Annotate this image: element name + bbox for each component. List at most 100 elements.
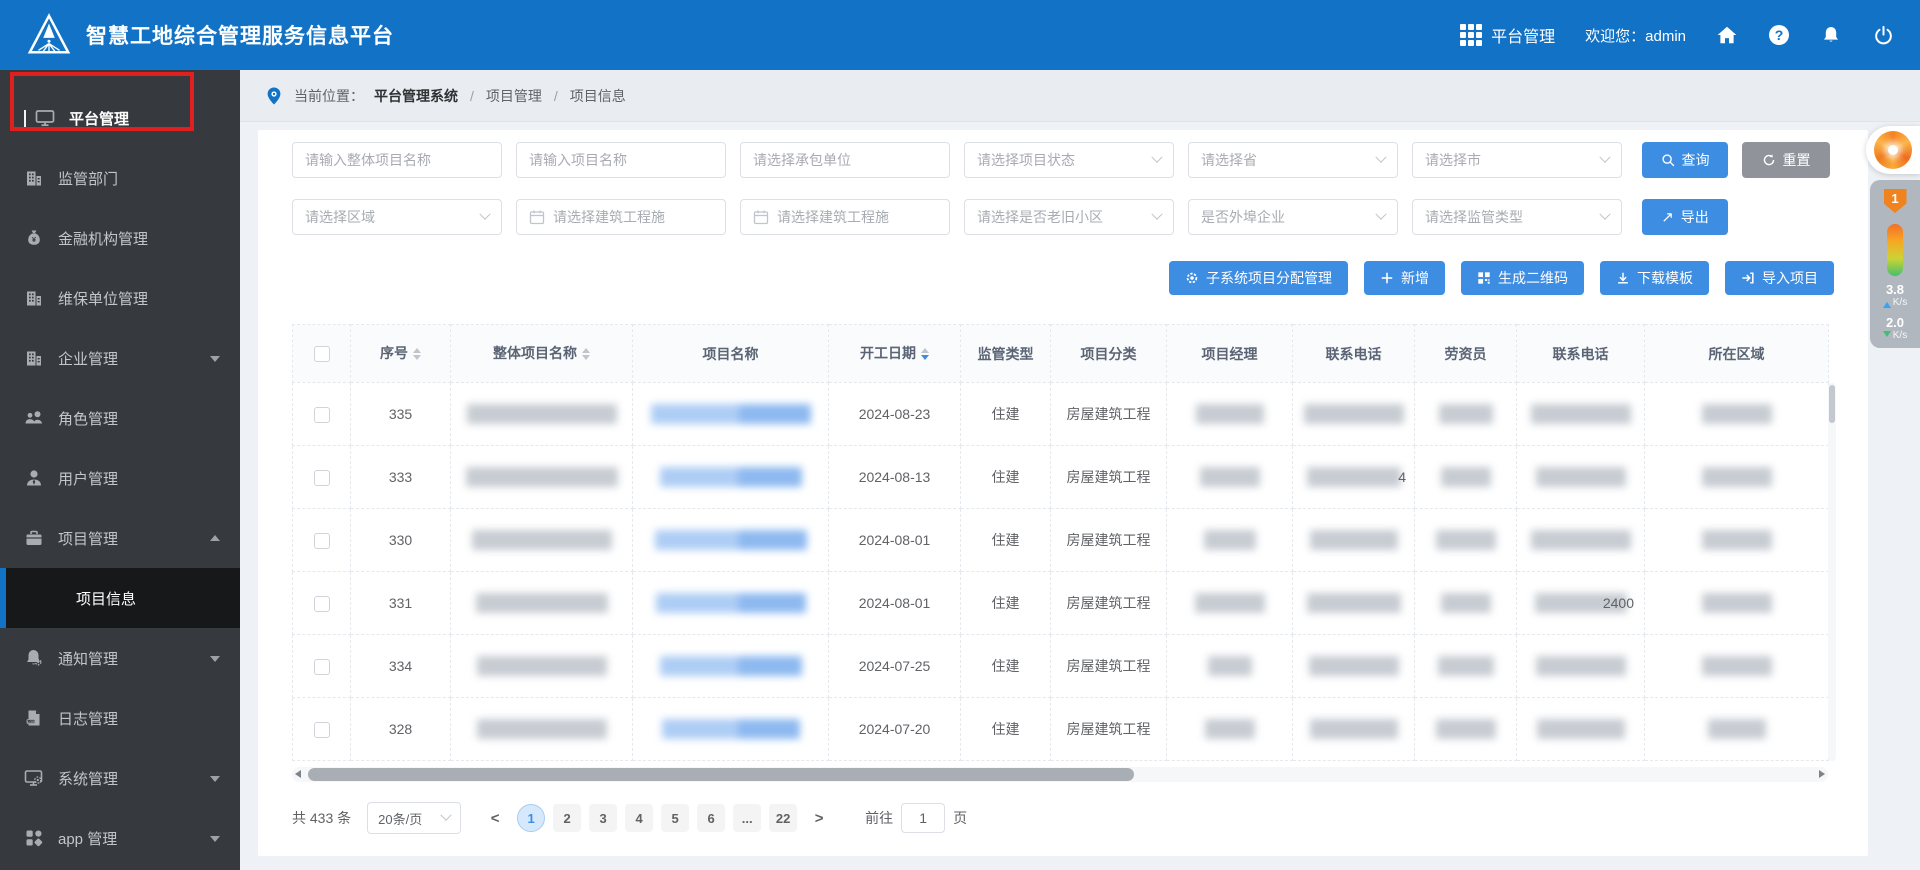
breadcrumb-item-project-mgmt[interactable]: 项目管理 — [486, 86, 542, 106]
page-button-4[interactable]: 4 — [625, 804, 653, 832]
page-button-5[interactable]: 5 — [661, 804, 689, 832]
blurred-text — [1702, 530, 1772, 550]
sidebar-item-app[interactable]: app 管理 — [0, 808, 240, 868]
export-button[interactable]: ↗ 导出 — [1642, 199, 1728, 235]
column-header[interactable]: 整体项目名称 — [451, 325, 633, 383]
redacted-cell — [451, 635, 633, 698]
sidebar-item-user[interactable]: 用户管理 — [0, 448, 240, 508]
filter-province[interactable]: 请选择省 — [1188, 142, 1398, 178]
column-header[interactable]: 开工日期 — [829, 325, 961, 383]
filter-overall-project-name[interactable]: 请输入整体项目名称 — [292, 142, 502, 178]
filter-project-status[interactable]: 请选择项目状态 — [964, 142, 1174, 178]
grid-menu-icon — [1460, 24, 1482, 46]
horizontal-scrollbar[interactable] — [292, 767, 1828, 782]
help-icon[interactable]: ? — [1768, 24, 1790, 46]
sidebar-item-regulator[interactable]: 监管部门 — [0, 148, 240, 208]
row-checkbox[interactable] — [314, 407, 330, 423]
column-header[interactable]: 序号 — [351, 325, 451, 383]
sort-icons[interactable] — [582, 344, 590, 364]
power-icon[interactable] — [1872, 24, 1894, 46]
template-button[interactable]: 下载模板 — [1600, 261, 1709, 295]
project-name-link-cell[interactable] — [633, 509, 829, 572]
assign-button[interactable]: 子系统项目分配管理 — [1169, 261, 1348, 295]
project-name-link-cell[interactable] — [633, 446, 829, 509]
row-checkbox[interactable] — [314, 596, 330, 612]
qrcode-button[interactable]: 生成二维码 — [1461, 261, 1584, 295]
sort-icons[interactable] — [921, 344, 929, 364]
sidebar-item-label: 平台管理 — [69, 108, 129, 129]
search-button[interactable]: 查询 — [1642, 142, 1728, 178]
filter-old-community[interactable]: 请选择是否老旧小区 — [964, 199, 1174, 235]
browser-extension-launcher[interactable] — [1866, 126, 1920, 174]
page-button-22[interactable]: 22 — [769, 804, 797, 832]
breadcrumb-item-project-info[interactable]: 项目信息 — [570, 86, 626, 106]
row-checkbox[interactable] — [314, 722, 330, 738]
sort-down-icon — [413, 355, 421, 364]
horizontal-scroll-thumb[interactable] — [308, 768, 1134, 781]
sidebar-item-platform[interactable]: 平台管理 — [0, 88, 240, 148]
seq-cell: 328 — [351, 698, 451, 761]
sidebar-subitem-project-info[interactable]: 项目信息 — [0, 568, 240, 628]
sidebar-item-label: 维保单位管理 — [58, 288, 148, 309]
supervision-type-cell: 住建 — [961, 635, 1051, 698]
vertical-scrollbar[interactable] — [1828, 383, 1836, 761]
page-button-6[interactable]: 6 — [697, 804, 725, 832]
project-name-link-cell[interactable] — [633, 698, 829, 761]
add-button[interactable]: 新增 — [1364, 261, 1445, 295]
redacted-cell — [1645, 383, 1829, 446]
filter-city[interactable]: 请选择市 — [1412, 142, 1622, 178]
page-size-select[interactable]: 20条/页 — [367, 802, 461, 834]
filter-external-enterprise[interactable]: 是否外埠企业 — [1188, 199, 1398, 235]
import-button[interactable]: 导入项目 — [1725, 261, 1834, 295]
sidebar-item-notice[interactable]: 通知管理 — [0, 628, 240, 688]
filter-supervision-type[interactable]: 请选择监管类型 — [1412, 199, 1622, 235]
reset-button[interactable]: 重置 — [1742, 142, 1830, 178]
goto-page-input[interactable] — [901, 803, 945, 833]
page-button-2[interactable]: 2 — [553, 804, 581, 832]
filter-contractor[interactable]: 请选择承包单位 — [740, 142, 950, 178]
select-all-checkbox[interactable] — [314, 346, 330, 362]
page-button-3[interactable]: 3 — [589, 804, 617, 832]
sidebar-item-system[interactable]: 系统管理 — [0, 748, 240, 808]
column-header: 项目名称 — [633, 325, 829, 383]
scroll-left-arrow-icon[interactable] — [295, 770, 301, 778]
redacted-cell — [1645, 509, 1829, 572]
blurred-text — [1436, 530, 1496, 550]
project-name-link-cell[interactable] — [633, 572, 829, 635]
page-button-1[interactable]: 1 — [517, 804, 545, 832]
project-name-link-cell[interactable] — [633, 635, 829, 698]
sidebar-item-project[interactable]: 项目管理 — [0, 508, 240, 568]
org-building-icon — [24, 288, 44, 308]
scroll-right-arrow-icon[interactable] — [1819, 770, 1825, 778]
welcome-label: 欢迎您： — [1585, 28, 1645, 45]
page-ellipsis[interactable]: ... — [733, 804, 761, 832]
redacted-cell — [451, 446, 633, 509]
filter-placeholder: 请输入整体项目名称 — [305, 150, 431, 170]
notification-bell-icon[interactable] — [1820, 24, 1842, 46]
visible-fragment: 2400 — [1603, 595, 1634, 611]
qr-icon — [1477, 271, 1491, 285]
home-icon[interactable] — [1716, 24, 1738, 46]
filter-placeholder: 请输入项目名称 — [529, 150, 627, 170]
blurred-text — [1708, 719, 1766, 739]
sort-icons[interactable] — [413, 344, 421, 364]
next-page-button[interactable]: > — [805, 804, 833, 832]
platform-nav-button[interactable]: 平台管理 — [1460, 23, 1555, 47]
row-checkbox[interactable] — [314, 659, 330, 675]
sidebar-item-finance[interactable]: ¥金融机构管理 — [0, 208, 240, 268]
sidebar-item-role[interactable]: 角色管理 — [0, 388, 240, 448]
filter-build-date-to[interactable]: 请选择建筑工程施 — [740, 199, 950, 235]
filter-build-date-from[interactable]: 请选择建筑工程施 — [516, 199, 726, 235]
breadcrumb-root[interactable]: 平台管理系统 — [374, 86, 458, 106]
project-name-link-cell[interactable] — [633, 383, 829, 446]
filter-region[interactable]: 请选择区域 — [292, 199, 502, 235]
prev-page-button[interactable]: < — [481, 804, 509, 832]
row-checkbox[interactable] — [314, 533, 330, 549]
sidebar-item-enterprise[interactable]: 企业管理 — [0, 328, 240, 388]
filter-project-name[interactable]: 请输入项目名称 — [516, 142, 726, 178]
blurred-text — [1208, 656, 1252, 676]
sidebar-item-maintenance[interactable]: 维保单位管理 — [0, 268, 240, 328]
network-speed-widget[interactable]: 1 3.8 K/s 2.0 K/s — [1870, 180, 1920, 348]
row-checkbox[interactable] — [314, 470, 330, 486]
sidebar-item-log[interactable]: LOG日志管理 — [0, 688, 240, 748]
